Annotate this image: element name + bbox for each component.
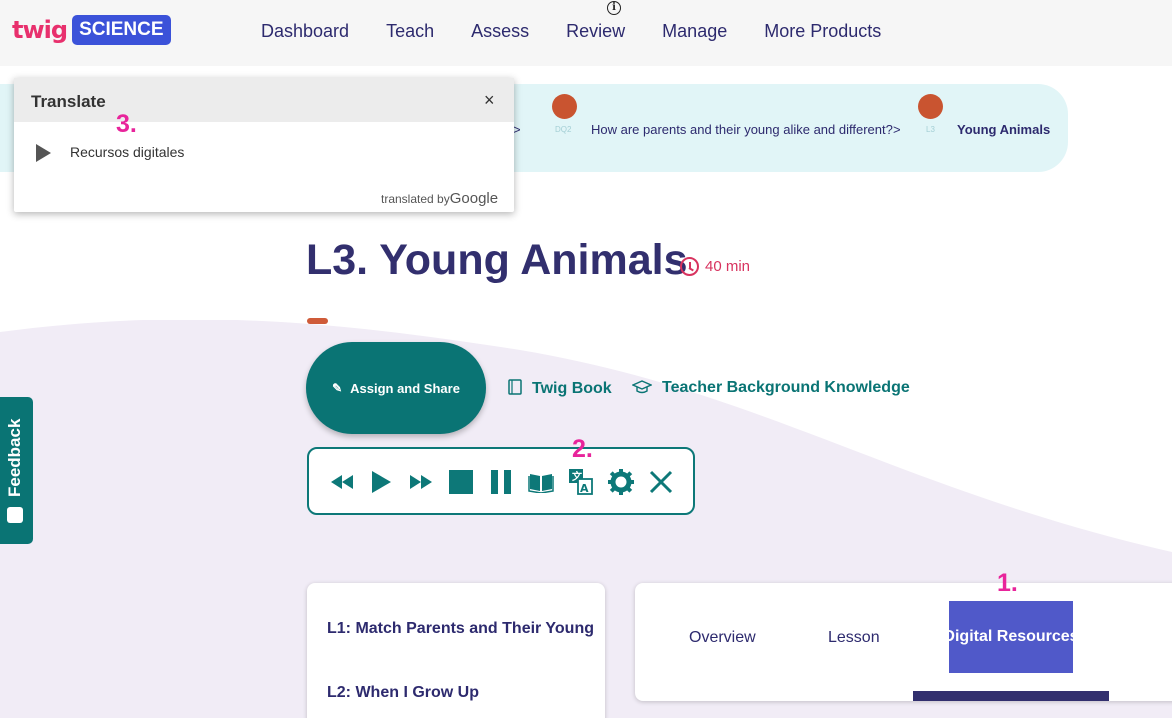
step-marker-3: 3. [116, 110, 137, 138]
page-title: L3. Young Animals [306, 236, 688, 284]
main-nav: Dashboard Teach Assess Review Manage Mor… [261, 21, 918, 42]
feedback-tab[interactable]: Feedback [0, 397, 33, 544]
translate-button[interactable]: 文A [568, 469, 594, 495]
nav-more-products[interactable]: More Products [764, 21, 881, 42]
translated-text: Recursos digitales [70, 144, 185, 160]
clock-icon [680, 257, 699, 276]
lesson-tabs-card: Overview Lesson Digital Resources [635, 583, 1172, 701]
nav-assess[interactable]: Assess [471, 21, 529, 42]
gear-icon [608, 469, 634, 495]
breadcrumb-item-dq2[interactable]: How are parents and their young alike an… [591, 122, 893, 137]
assign-label: Assign and Share [350, 380, 460, 396]
tab-lesson[interactable]: Lesson [828, 629, 880, 647]
breadcrumb-separator: > [893, 122, 901, 137]
lesson-duration: 40 min [680, 257, 750, 276]
feedback-label: Feedback [5, 418, 24, 497]
nav-review[interactable]: Review [566, 21, 625, 42]
rewind-button[interactable] [329, 469, 355, 495]
smiley-icon [7, 507, 23, 523]
close-icon [649, 470, 673, 494]
credit-prefix: translated by [381, 192, 450, 206]
close-toolbar-button[interactable] [648, 469, 674, 495]
graduation-cap-icon [631, 379, 653, 397]
play-button[interactable] [368, 469, 394, 495]
twig-book-link[interactable]: Twig Book [508, 379, 612, 398]
google-translate-credit: translated byGoogle [381, 190, 498, 207]
title-underline [307, 318, 328, 324]
settings-button[interactable] [608, 469, 634, 495]
pause-icon [491, 470, 511, 494]
book-icon [508, 379, 522, 398]
active-tab-indicator [913, 691, 1109, 701]
translate-popup-title: Translate [31, 92, 106, 111]
twig-book-label: Twig Book [532, 379, 612, 397]
nav-teach[interactable]: Teach [386, 21, 434, 42]
step-marker-2: 2. [572, 435, 593, 463]
fast-forward-icon [410, 475, 432, 489]
nav-manage[interactable]: Manage [662, 21, 727, 42]
lesson-list-item-l2[interactable]: L2: When I Grow Up [327, 684, 479, 702]
nav-dashboard[interactable]: Dashboard [261, 21, 349, 42]
breadcrumb-item-l3: Young Animals [957, 122, 1051, 137]
info-icon[interactable]: i [607, 1, 621, 15]
pause-button[interactable] [488, 469, 514, 495]
play-icon[interactable] [36, 144, 51, 162]
top-nav-bar: twig SCIENCE Dashboard Teach Assess Revi… [0, 0, 1172, 66]
breadcrumb-dot-l3 [918, 94, 943, 119]
translate-popup: Translate × 3. Recursos digitales transl… [14, 78, 514, 212]
translate-popup-header: Translate × [14, 78, 514, 122]
logo-twig-text: twig [12, 16, 68, 44]
svg-text:A: A [580, 482, 589, 495]
logo-science-text: SCIENCE [72, 15, 171, 45]
tab-digital-resources[interactable]: Digital Resources [943, 601, 1079, 673]
assign-and-share-button[interactable]: ✎ Assign and Share [306, 342, 486, 434]
read-aloud-toolbar: 文A [307, 447, 695, 515]
breadcrumb-dot-dq2 [552, 94, 577, 119]
tab-overview[interactable]: Overview [689, 629, 756, 647]
teacher-background-label: Teacher Background Knowledge [662, 379, 910, 396]
rewind-icon [331, 475, 353, 489]
fast-forward-button[interactable] [408, 469, 434, 495]
lesson-list-card: L1: Match Parents and Their Young L2: Wh… [307, 583, 605, 718]
play-icon [372, 471, 391, 493]
breadcrumb-code-dq2: DQ2 [555, 125, 572, 134]
google-logo-text: Google [449, 190, 499, 207]
lesson-list-item-l1[interactable]: L1: Match Parents and Their Young [327, 620, 594, 638]
twig-science-logo[interactable]: twig SCIENCE [12, 15, 171, 45]
breadcrumb-separator: > [513, 122, 521, 137]
duration-text: 40 min [705, 258, 751, 275]
stop-button[interactable] [448, 469, 474, 495]
book-reader-button[interactable] [528, 469, 554, 495]
breadcrumb-code-l3: L3 [926, 125, 935, 134]
edit-icon: ✎ [332, 381, 343, 395]
stop-icon [449, 470, 473, 494]
close-icon[interactable]: × [484, 90, 495, 111]
translate-icon: 文A [569, 469, 593, 495]
book-icon [528, 474, 554, 493]
teacher-background-knowledge-link[interactable]: Teacher Background Knowledge [631, 379, 910, 397]
step-marker-1: 1. [997, 569, 1018, 597]
